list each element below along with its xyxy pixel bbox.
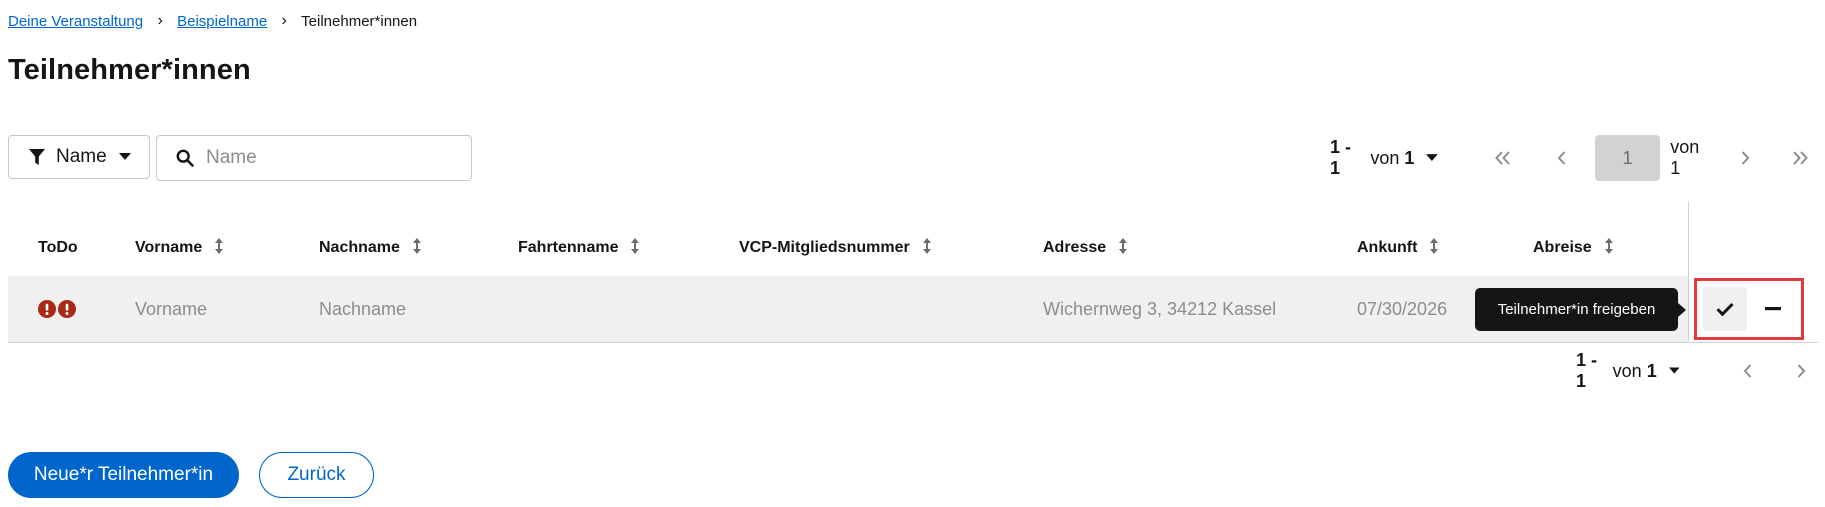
ankunft-cell: 07/30/2026 — [1357, 298, 1448, 319]
breadcrumb-item-name[interactable]: Beispielname — [177, 13, 267, 30]
column-header-nachname[interactable]: Nachname — [319, 237, 422, 260]
exclamation-circle-icon — [58, 300, 76, 318]
approve-tooltip: Teilnehmer*in freigeben — [1475, 288, 1686, 331]
pagination-top: 1 - 1 von 1 1 von 1 — [1330, 135, 1825, 181]
column-label: VCP-Mitgliedsnummer — [739, 239, 910, 256]
last-page-button[interactable] — [1775, 135, 1825, 181]
angle-double-left-icon — [1494, 151, 1510, 165]
angle-left-icon — [1557, 151, 1566, 165]
column-header-fahrtenname[interactable]: Fahrtenname — [518, 237, 640, 260]
check-icon — [1716, 302, 1734, 316]
adresse-cell: Wichernweg 3, 34212 Kassel — [1043, 298, 1277, 319]
sort-icon — [1604, 237, 1614, 260]
minus-icon — [1765, 307, 1781, 311]
page-of-label: von 1 — [1670, 137, 1700, 178]
sort-icon — [412, 237, 422, 260]
sort-icon — [1118, 237, 1128, 260]
column-header-adresse[interactable]: Adresse — [1043, 237, 1128, 260]
back-button[interactable]: Zurück — [259, 452, 374, 498]
column-header-ankunft[interactable]: Ankunft — [1357, 237, 1439, 260]
caret-down-icon — [1668, 367, 1680, 374]
column-header-vorname[interactable]: Vorname — [135, 237, 224, 260]
next-page-button[interactable] — [1720, 135, 1770, 181]
row-actions — [1694, 278, 1804, 340]
approve-button[interactable] — [1703, 287, 1747, 331]
column-label: Nachname — [319, 239, 400, 256]
pagination-von: von — [1370, 147, 1400, 168]
nachname-cell: Nachname — [319, 298, 407, 319]
todo-cell — [38, 276, 76, 342]
sort-icon — [922, 237, 932, 260]
angle-double-right-icon — [1793, 151, 1809, 165]
pagination-total: 1 — [1646, 360, 1657, 381]
first-page-button[interactable] — [1478, 135, 1528, 181]
sort-icon — [630, 237, 640, 260]
sticky-column-divider — [1688, 201, 1689, 341]
reject-button[interactable] — [1751, 287, 1795, 331]
per-page-toggle[interactable]: 1 - 1 von 1 — [1330, 137, 1439, 179]
pagination-total: 1 — [1404, 147, 1415, 168]
column-header-abreise[interactable]: Abreise — [1533, 237, 1614, 260]
caret-down-icon — [1426, 154, 1439, 161]
vorname-cell: Vorname — [135, 298, 208, 319]
filter-icon — [29, 149, 45, 165]
filter-attribute-dropdown[interactable]: Name — [8, 135, 150, 179]
column-header-vcp[interactable]: VCP-Mitgliedsnummer — [739, 237, 932, 260]
next-page-button-bottom[interactable] — [1778, 348, 1825, 394]
breadcrumb-item-current: Teilnehmer*innen — [301, 12, 418, 30]
pagination-von: von — [1612, 360, 1642, 381]
row-divider — [8, 342, 1818, 343]
per-page-toggle-bottom[interactable]: 1 - 1 von 1 — [1576, 350, 1680, 392]
breadcrumb-item-event[interactable]: Deine Veranstaltung — [8, 13, 143, 30]
column-label: Fahrtenname — [518, 239, 619, 256]
sort-icon — [214, 237, 224, 260]
table-row[interactable]: Vorname Nachname Wichernweg 3, 34212 Kas… — [8, 276, 1688, 342]
pagination-bottom: 1 - 1 von 1 — [1576, 348, 1825, 394]
column-label: Vorname — [135, 239, 203, 256]
new-participant-button[interactable]: Neue*r Teilnehmer*in — [8, 452, 239, 498]
table-header: ToDo Vorname Nachname Fahrtenname VCP-Mi… — [8, 222, 1818, 274]
column-label: Abreise — [1533, 239, 1592, 256]
current-page-input[interactable]: 1 — [1594, 135, 1661, 181]
previous-page-button[interactable] — [1537, 135, 1587, 181]
angle-right-icon — [1798, 364, 1806, 378]
exclamation-circle-icon — [38, 300, 56, 318]
filter-label: Name — [56, 146, 107, 167]
angle-left-icon — [1743, 364, 1752, 378]
search-field[interactable] — [156, 135, 472, 181]
sort-icon — [1429, 237, 1439, 260]
angle-right-icon — [1741, 151, 1750, 165]
breadcrumb: Deine Veranstaltung › Beispielname › Tei… — [8, 12, 417, 30]
caret-down-icon — [118, 153, 131, 160]
column-label: ToDo — [38, 239, 78, 256]
column-header-todo: ToDo — [38, 239, 78, 257]
pagination-range: 1 - 1 — [1330, 137, 1352, 178]
column-label: Ankunft — [1357, 239, 1418, 256]
breadcrumb-separator-icon: › — [281, 12, 287, 29]
pagination-range: 1 - 1 — [1576, 350, 1598, 391]
previous-page-button-bottom[interactable] — [1725, 348, 1772, 394]
search-input[interactable] — [204, 146, 468, 170]
search-icon — [176, 149, 194, 167]
breadcrumb-separator-icon: › — [157, 12, 163, 29]
page-title: Teilnehmer*innen — [8, 54, 251, 86]
column-label: Adresse — [1043, 239, 1107, 256]
